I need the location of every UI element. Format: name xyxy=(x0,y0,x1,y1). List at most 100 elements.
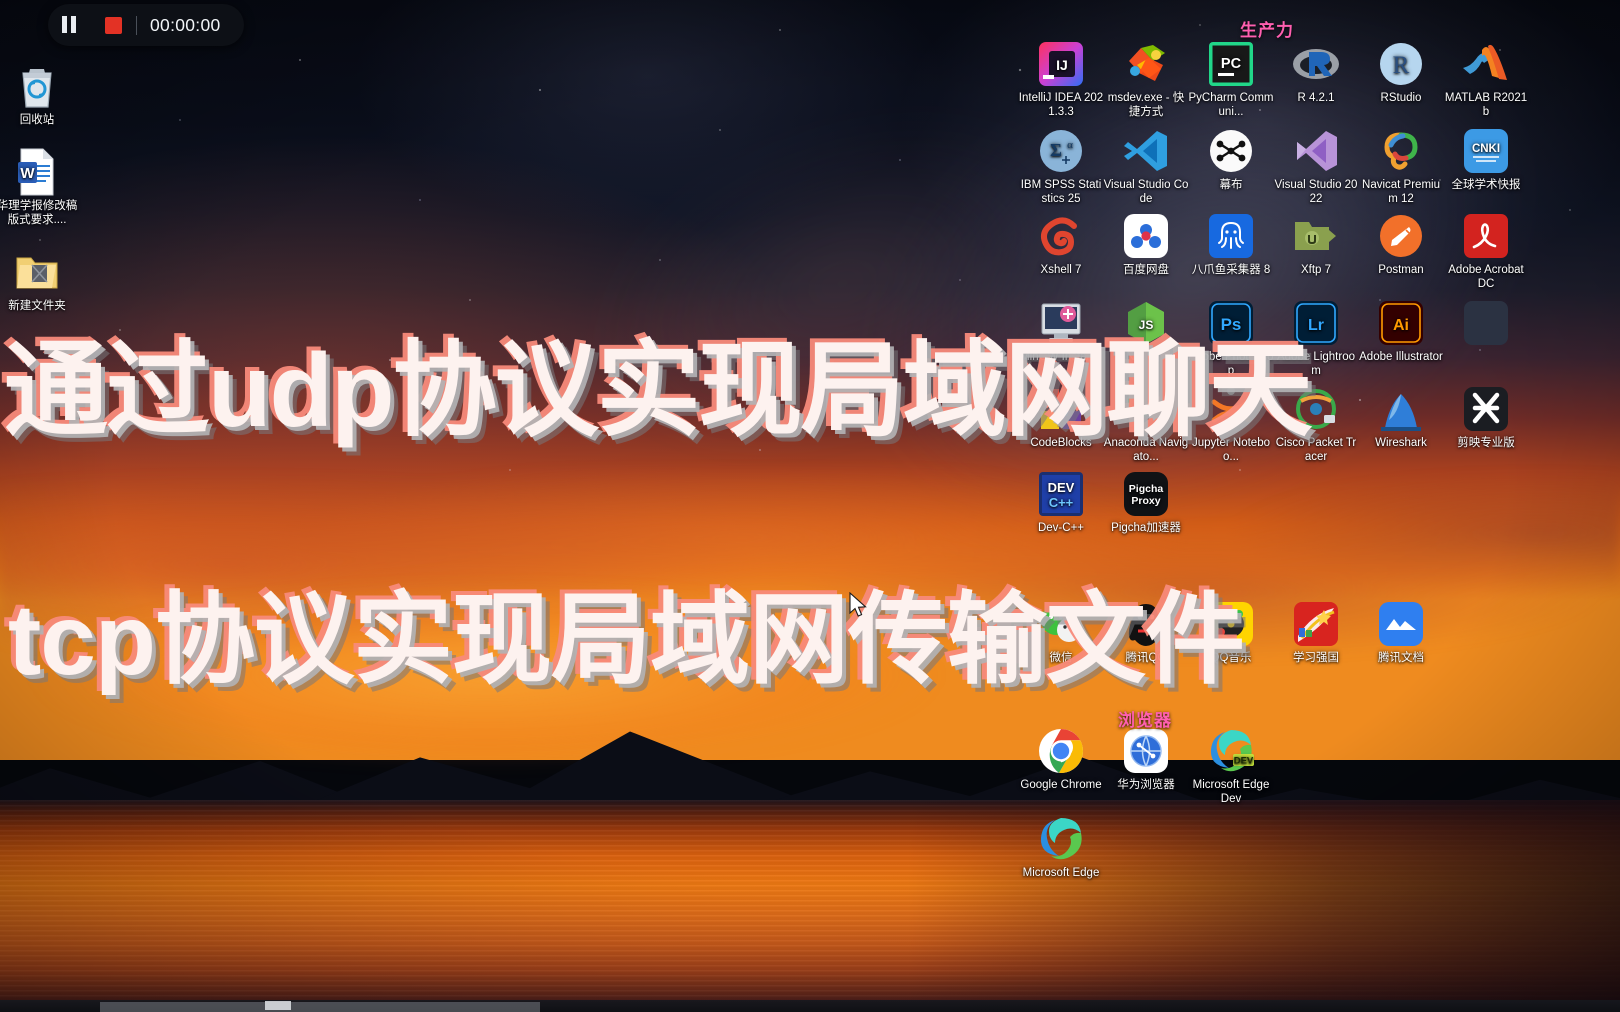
desktop-icon-huawei-browser[interactable]: 华为浏览器 xyxy=(1103,727,1189,793)
taskbar-window-button[interactable] xyxy=(100,1002,540,1012)
visual-studio-icon xyxy=(1292,127,1340,175)
desktop-icon-pigcha-proxy[interactable]: Pigcha Proxy Pigcha加速器 xyxy=(1103,470,1189,536)
desktop-icon-msdev-exe[interactable]: msdev.exe - 快捷方式 xyxy=(1103,40,1189,119)
desktop-icon-label: 百度网盘 xyxy=(1123,264,1169,276)
svg-text:α: α xyxy=(1067,139,1073,151)
desktop-icon-label: IntelliJ IDEA 2021.3.3 xyxy=(1018,92,1104,118)
desktop-icon-label: Navicat Premium 12 xyxy=(1362,179,1440,205)
msdev-exe-icon xyxy=(1122,40,1170,88)
desktop-icon-r-421[interactable]: R 4.2.1 xyxy=(1273,40,1359,106)
desktop-icon-google-chrome[interactable]: Google Chrome xyxy=(1018,727,1104,793)
desktop-icon-visual-studio[interactable]: Visual Studio 2022 xyxy=(1273,127,1359,206)
matlab-icon xyxy=(1462,40,1510,88)
adobe-acrobat-icon xyxy=(1462,212,1510,260)
navicat-icon xyxy=(1377,127,1425,175)
svg-text:Proxy: Proxy xyxy=(1131,495,1160,507)
svg-text:R: R xyxy=(1393,52,1410,79)
desktop-icon-label: 全球学术快报 xyxy=(1451,179,1521,191)
desktop-icon-cnki[interactable]: CNKI 全球学术快报 xyxy=(1443,127,1529,193)
pycharm-icon: PC xyxy=(1207,40,1255,88)
mouse-cursor xyxy=(849,592,867,617)
ibm-spss-icon: Σα xyxy=(1037,127,1085,175)
desktop-icon-label: msdev.exe - 快捷方式 xyxy=(1107,92,1185,118)
desktop-icon-pycharm[interactable]: PC PyCharm Communi... xyxy=(1188,40,1274,119)
desktop-icon-label: RStudio xyxy=(1380,92,1422,104)
desktop-icon-label: 回收站 xyxy=(19,114,55,126)
recording-timer: 00:00:00 xyxy=(150,14,221,35)
bazhuayu-icon xyxy=(1207,212,1255,260)
svg-text:Pigcha: Pigcha xyxy=(1129,483,1164,495)
huawei-browser-icon xyxy=(1122,727,1170,775)
desktop-icon-label: MATLAB R2021b xyxy=(1444,92,1528,118)
svg-text:IJ: IJ xyxy=(1056,57,1068,73)
desktop-icon-label: PyCharm Communi... xyxy=(1188,92,1274,118)
desktop-icon-label: Microsoft Edge xyxy=(1022,867,1100,879)
desktop-icon-label: R 4.2.1 xyxy=(1297,92,1335,104)
screen-recorder-toolbar[interactable]: 00:00:00 xyxy=(48,4,244,46)
desktop-icon-microsoft-edge-dev[interactable]: DEV Microsoft Edge Dev xyxy=(1188,727,1274,806)
desktop-icon-new-folder[interactable]: 新建文件夹 xyxy=(0,248,80,314)
desktop-icon-xftp[interactable]: Xftp 7 xyxy=(1273,212,1359,278)
desktop-icon-navicat[interactable]: Navicat Premium 12 xyxy=(1358,127,1444,206)
desktop-icon-label: IBM SPSS Statistics 25 xyxy=(1020,179,1102,205)
mubu-icon xyxy=(1207,127,1255,175)
svg-text:W: W xyxy=(20,165,35,182)
desktop-icon-label: Visual Studio 2022 xyxy=(1274,179,1358,205)
stop-recording-icon[interactable] xyxy=(90,4,136,46)
word-doc-icon: W xyxy=(13,148,61,196)
desktop-icon-intellij-idea[interactable]: IJ IntelliJ IDEA 2021.3.3 xyxy=(1018,40,1104,119)
desktop-icon-mubu[interactable]: 幕布 xyxy=(1188,127,1274,193)
svg-text:Σ: Σ xyxy=(1050,140,1062,160)
pigcha-proxy-icon: Pigcha Proxy xyxy=(1122,470,1170,518)
desktop-icon-label: 幕布 xyxy=(1219,179,1243,191)
svg-text:DEV: DEV xyxy=(1234,756,1254,767)
svg-text:CNKI: CNKI xyxy=(1472,143,1500,155)
desktop-icon-matlab[interactable]: MATLAB R2021b xyxy=(1443,40,1529,119)
group-title-browsers: 浏览器 xyxy=(1118,711,1172,730)
xftp-icon xyxy=(1292,212,1340,260)
desktop-icon-label: Adobe Acrobat DC xyxy=(1448,264,1524,290)
desktop-icon-baidu-netdisk[interactable]: 百度网盘 xyxy=(1103,212,1189,278)
vscode-icon xyxy=(1122,127,1170,175)
group-title-productivity: 生产力 xyxy=(1240,21,1294,40)
desktop-icon-label: Dev-C++ xyxy=(1037,522,1085,534)
desktop-icon-label: Xshell 7 xyxy=(1040,264,1082,276)
svg-text:DEV: DEV xyxy=(1048,480,1075,495)
svg-text:C++: C++ xyxy=(1049,495,1074,510)
overlay-title-line-2: tcp协议实现局域网传输文件 xyxy=(8,584,1245,696)
desktop-icon-adobe-acrobat[interactable]: Adobe Acrobat DC xyxy=(1443,212,1529,291)
cnki-icon: CNKI xyxy=(1462,127,1510,175)
desktop-icon-label: 八爪鱼采集器 8 xyxy=(1191,264,1271,276)
desktop-icon-label: 华理学报修改稿版式要求.... xyxy=(0,200,78,226)
desktop-icon-vscode[interactable]: Visual Studio Code xyxy=(1103,127,1189,206)
desktop-icon-xshell[interactable]: Xshell 7 xyxy=(1018,212,1104,278)
overlay-title-line-1: 通过udp协议实现局域网聊天 xyxy=(4,333,1313,449)
desktop-icon-rstudio[interactable]: R RStudio xyxy=(1358,40,1444,106)
intellij-idea-icon: IJ xyxy=(1037,40,1085,88)
dev-cpp-icon: DEV C++ xyxy=(1037,470,1085,518)
postman-icon xyxy=(1377,212,1425,260)
desktop-icon-ibm-spss[interactable]: Σα IBM SPSS Statistics 25 xyxy=(1018,127,1104,206)
baidu-netdisk-icon xyxy=(1122,212,1170,260)
desktop-icon-label: 华为浏览器 xyxy=(1117,779,1175,791)
desktop-icon-word-doc[interactable]: W 华理学报修改稿版式要求.... xyxy=(0,148,80,227)
desktop-icon-microsoft-edge[interactable]: Microsoft Edge xyxy=(1018,815,1104,881)
desktop-icon-postman[interactable]: Postman xyxy=(1358,212,1444,278)
desktop-icon-label: Postman xyxy=(1378,264,1424,276)
xshell-icon xyxy=(1037,212,1085,260)
desktop-icon-label: Visual Studio Code xyxy=(1103,179,1189,205)
new-folder-icon xyxy=(13,248,61,296)
microsoft-edge-icon xyxy=(1037,815,1085,863)
taskbar-window-thumbnail[interactable] xyxy=(265,1001,291,1010)
rstudio-icon: R xyxy=(1377,40,1425,88)
desktop-icon-label: Google Chrome xyxy=(1020,779,1102,791)
pause-recording-icon[interactable] xyxy=(48,4,90,46)
google-chrome-icon xyxy=(1037,727,1085,775)
desktop-icon-dev-cpp[interactable]: DEV C++ Dev-C++ xyxy=(1018,470,1104,536)
svg-text:PC: PC xyxy=(1221,56,1242,72)
recycle-bin-icon xyxy=(13,62,61,110)
desktop-icon-recycle-bin[interactable]: 回收站 xyxy=(0,62,80,128)
desktop-icon-bazhuayu[interactable]: 八爪鱼采集器 8 xyxy=(1188,212,1274,278)
microsoft-edge-dev-icon: DEV xyxy=(1207,727,1255,775)
desktop-icon-label: Microsoft Edge Dev xyxy=(1192,779,1270,805)
